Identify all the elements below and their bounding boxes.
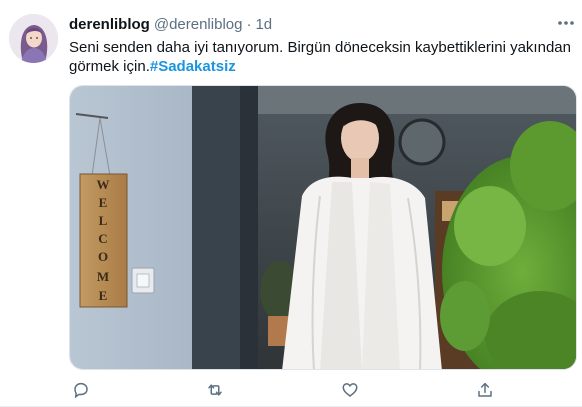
media-photo: W E L C O M E xyxy=(70,86,576,369)
tweet-text: Seni senden daha iyi tanıyorum. Birgün d… xyxy=(69,38,575,76)
reply-icon[interactable] xyxy=(69,378,93,402)
share-icon[interactable] xyxy=(473,378,497,402)
action-bar xyxy=(69,378,577,402)
sign-letter: O xyxy=(98,249,108,264)
display-name[interactable]: derenliblog xyxy=(69,16,150,33)
separator-dot: · xyxy=(246,15,252,33)
avatar[interactable] xyxy=(9,14,58,63)
tweet-header: derenliblog @derenliblog · 1d xyxy=(69,14,272,34)
sign-letter: C xyxy=(98,231,107,246)
heart-icon[interactable] xyxy=(338,378,362,402)
sign-letter: E xyxy=(99,195,108,210)
avatar-illustration xyxy=(9,14,58,63)
tweet-media[interactable]: W E L C O M E xyxy=(69,85,577,370)
tweet-body: Seni senden daha iyi tanıyorum. Birgün d… xyxy=(69,39,571,75)
sign-letter: E xyxy=(99,288,108,303)
hashtag-link[interactable]: #Sadakatsiz xyxy=(150,58,236,75)
tweet[interactable]: derenliblog @derenliblog · 1d Seni sende… xyxy=(0,0,582,407)
user-handle[interactable]: @derenliblog xyxy=(154,16,243,33)
retweet-icon[interactable] xyxy=(203,378,227,402)
sign-letter: L xyxy=(99,213,108,228)
timestamp[interactable]: 1d xyxy=(255,16,272,33)
sign-letter: W xyxy=(97,177,110,192)
sign-letter: M xyxy=(97,269,109,284)
more-options-icon[interactable] xyxy=(556,14,576,32)
